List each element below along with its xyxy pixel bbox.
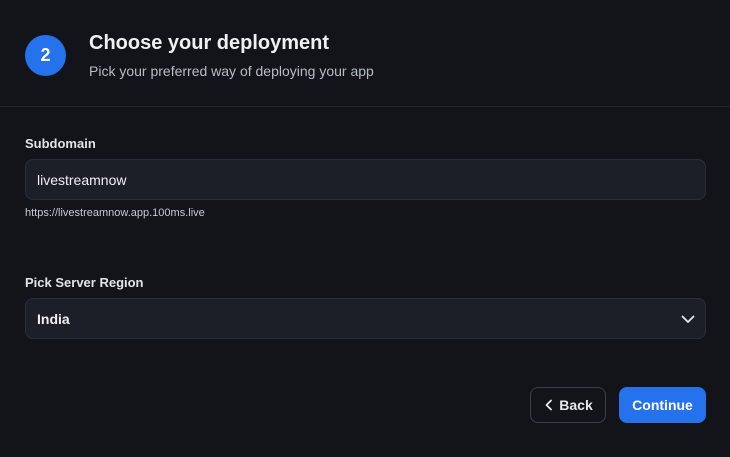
header-divider — [0, 106, 730, 107]
server-region-selected-value: India — [37, 310, 70, 327]
back-button-label: Back — [559, 397, 593, 413]
subdomain-url-hint: https://livestreamnow.app.100ms.live — [25, 207, 205, 219]
page-title: Choose your deployment — [89, 32, 330, 54]
chevron-down-icon — [681, 315, 695, 323]
chevron-left-icon — [545, 399, 553, 411]
deployment-step-card: 2 Choose your deployment Pick your prefe… — [0, 0, 730, 457]
subdomain-input[interactable]: livestreamnow — [25, 159, 706, 200]
subdomain-label: Subdomain — [25, 136, 96, 151]
step-number-badge: 2 — [25, 35, 66, 76]
server-region-select[interactable]: India — [25, 298, 706, 339]
continue-button-label: Continue — [632, 397, 693, 413]
page-subtitle: Pick your preferred way of deploying you… — [89, 63, 374, 79]
server-region-label: Pick Server Region — [25, 275, 144, 290]
continue-button[interactable]: Continue — [619, 387, 706, 423]
subdomain-input-value: livestreamnow — [37, 171, 127, 188]
back-button[interactable]: Back — [530, 387, 606, 423]
